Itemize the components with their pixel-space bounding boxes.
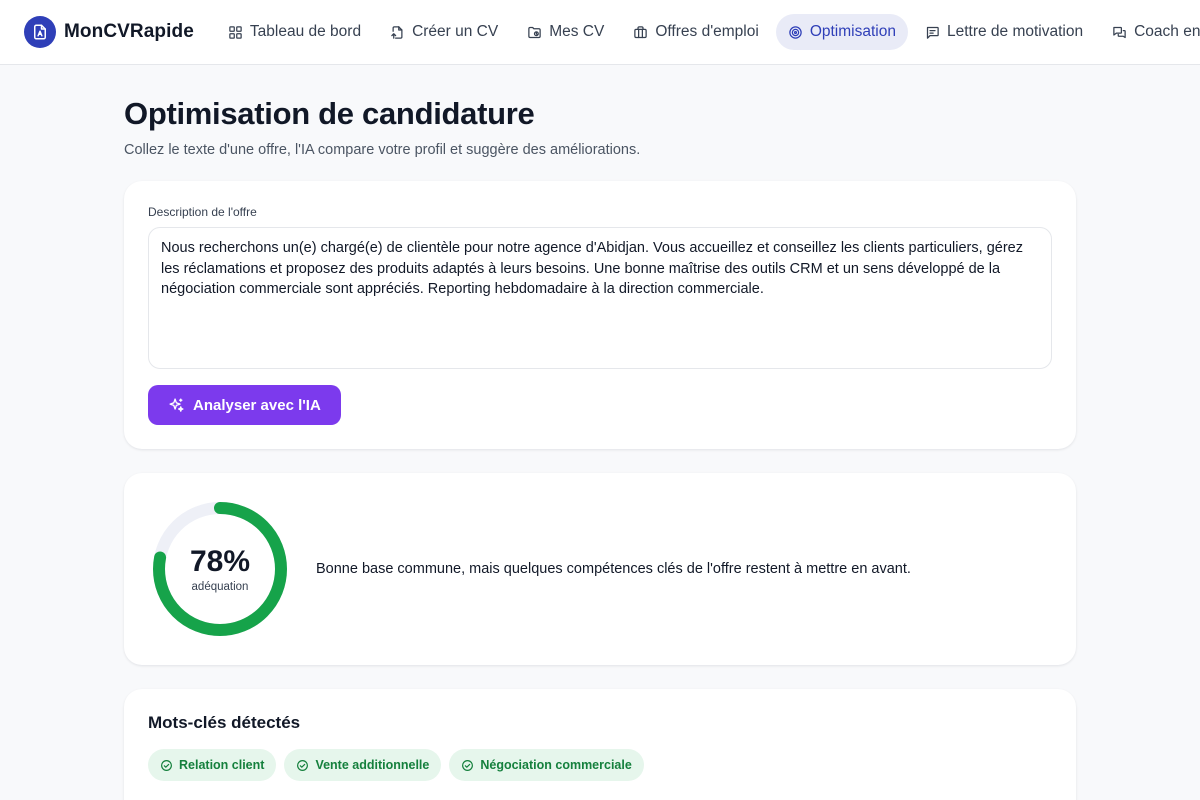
folder-icon [528, 26, 541, 38]
match-score-gauge: 78% adéquation [152, 501, 288, 637]
keyword-chip-label: Vente additionnelle [315, 758, 430, 772]
brand[interactable]: MonCVRapide [24, 16, 194, 48]
gauge-center: 78% adéquation [152, 501, 288, 637]
nav-item-optimisation[interactable]: Optimisation [775, 14, 908, 50]
target-icon [789, 25, 802, 39]
offer-description-label: Description de l'offre [148, 205, 257, 219]
keyword-chip: Relation client [148, 749, 277, 781]
nav-item-offres-emploi[interactable]: Offres d'emploi [621, 14, 770, 50]
keyword-chip-label: Négociation commerciale [480, 758, 632, 772]
file-plus-icon [391, 25, 403, 39]
nav-item-label: Tableau de bord [249, 23, 362, 40]
keyword-chip: Négociation commerciale [449, 749, 644, 781]
nav-item-label: Offres d'emploi [655, 23, 759, 40]
brand-name: MonCVRapide [64, 21, 194, 42]
brand-logo-icon [24, 16, 56, 48]
nav-item-creer-un-cv[interactable]: Créer un CV [378, 14, 510, 50]
briefcase-icon [634, 25, 648, 38]
nav-item-coach-entretien[interactable]: Coach entretie [1100, 14, 1200, 50]
top-navigation-bar: MonCVRapide Tableau de bord Créer un CV … [0, 0, 1200, 65]
page-subtitle: Collez le texte d'une offre, l'IA compar… [124, 142, 641, 158]
main-nav: Tableau de bord Créer un CV Mes CV Offre… [216, 14, 1200, 50]
nav-item-label: Optimisation [809, 23, 896, 40]
main-content: Optimisation de candidature Collez le te… [124, 96, 1076, 800]
nav-item-tableau-de-bord[interactable]: Tableau de bord [216, 14, 373, 50]
nav-item-label: Créer un CV [412, 23, 499, 40]
message-icon [926, 26, 939, 39]
page-title: Optimisation de candidature [124, 96, 535, 131]
nav-item-label: Coach entretie [1134, 23, 1200, 40]
offer-card: Description de l'offre Nous recherchons … [124, 181, 1076, 449]
sparkles-icon [169, 397, 184, 412]
nav-item-label: Mes CV [549, 23, 605, 40]
keyword-chip-list: Relation client Vente additionnelle Négo… [148, 749, 1052, 781]
match-score-value: 78% [189, 545, 251, 578]
keywords-title: Mots-clés détectés [148, 713, 301, 732]
chat-icon [1113, 26, 1126, 38]
keywords-card: Mots-clés détectés Relation client Vente… [124, 689, 1076, 800]
nav-item-mes-cv[interactable]: Mes CV [515, 14, 616, 50]
check-circle-icon [297, 759, 309, 771]
analyze-button[interactable]: Analyser avec l'IA [148, 385, 341, 425]
check-circle-icon [161, 759, 172, 771]
match-score-summary: Bonne base commune, mais quelques compét… [316, 561, 911, 577]
check-circle-icon [462, 759, 474, 771]
score-card: 78% adéquation Bonne base commune, mais … [124, 473, 1076, 665]
offer-description-textarea[interactable]: Nous recherchons un(e) chargé(e) de clie… [148, 227, 1052, 369]
nav-item-lettre-de-motivation[interactable]: Lettre de motivation [913, 14, 1095, 50]
keyword-chip: Vente additionnelle [284, 749, 442, 781]
match-score-caption: adéquation [191, 581, 249, 593]
analyze-button-label: Analyser avec l'IA [193, 396, 321, 414]
nav-item-label: Lettre de motivation [946, 23, 1084, 40]
keyword-chip-label: Relation client [179, 758, 265, 772]
dashboard-icon [229, 25, 242, 39]
